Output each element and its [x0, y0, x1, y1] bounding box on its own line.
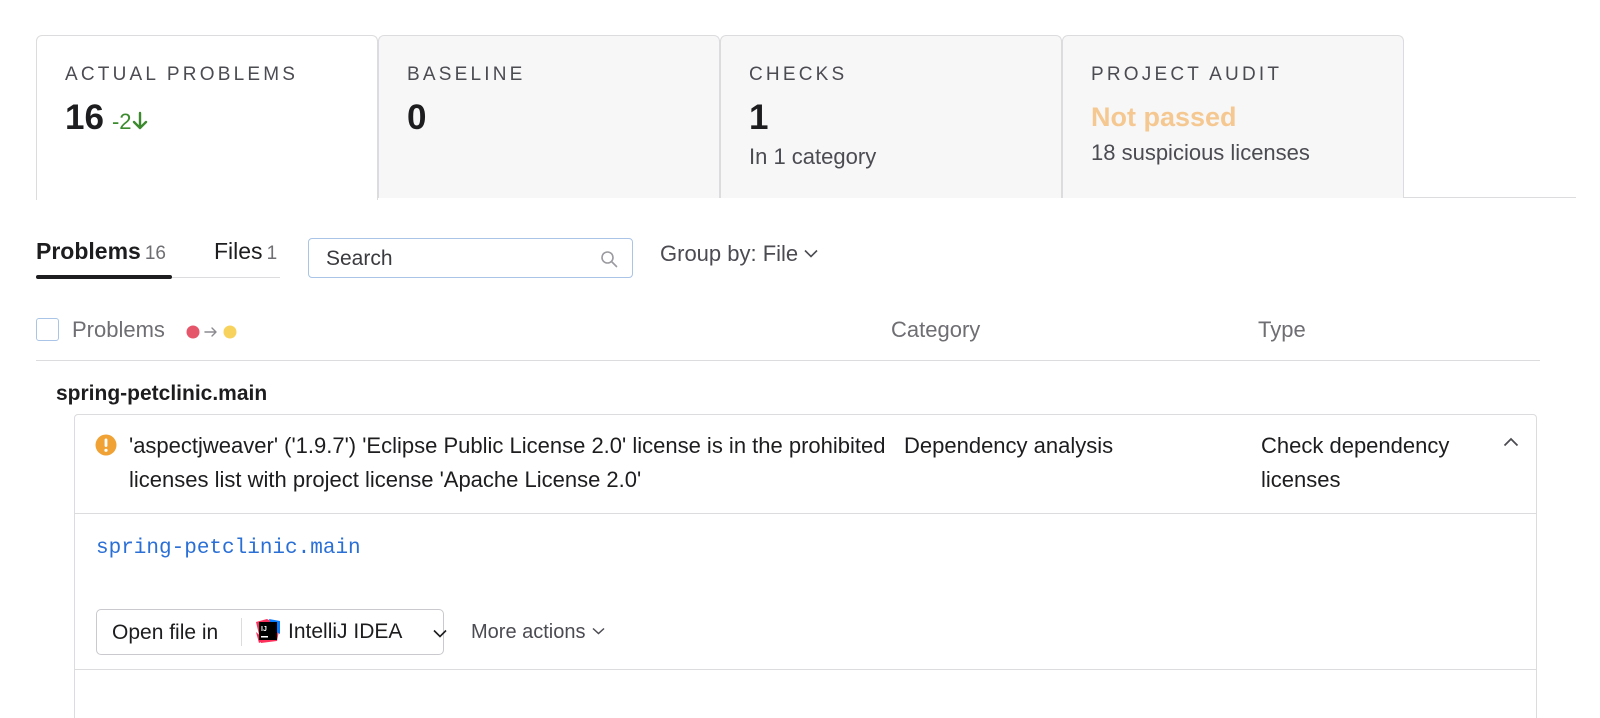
search-icon[interactable] [600, 250, 618, 268]
ide-name: IntelliJ IDEA [288, 620, 403, 643]
card-value: 1 [749, 98, 769, 137]
problem-description[interactable]: 'aspectjweaver' ('1.9.7') 'Eclipse Publi… [129, 429, 889, 497]
tab-label: Files [214, 238, 263, 264]
card-value: 16 -2 [65, 98, 377, 138]
card-label: BASELINE [407, 64, 526, 85]
row-divider [75, 669, 1536, 670]
summary-cards: ACTUAL PROBLEMS 16 -2 BASELINE 0 CHECKS 1… [36, 35, 1576, 200]
file-link[interactable]: spring-petclinic.main [96, 537, 361, 560]
column-header-problems[interactable]: Problems [72, 317, 165, 343]
row-divider [75, 513, 1536, 514]
header-divider [36, 360, 1540, 361]
card-label: CHECKS [749, 64, 848, 85]
card-checks[interactable]: CHECKS 1 In 1 category [720, 35, 1062, 198]
tab-problems[interactable]: Problems 16 [36, 238, 166, 265]
problem-panel: 'aspectjweaver' ('1.9.7') 'Eclipse Publi… [74, 414, 1537, 718]
open-file-in-control: Open file in IJ IntelliJ IDEA [96, 609, 447, 655]
delta-badge: -2 [112, 109, 148, 134]
audit-status: Not passed [1091, 102, 1237, 132]
intellij-idea-icon: IJ [256, 619, 280, 643]
tab-count: 16 [144, 243, 166, 264]
more-actions-label: More actions [471, 621, 586, 643]
tab-label: Problems [36, 238, 141, 264]
card-value: 0 [407, 98, 427, 137]
open-file-button[interactable]: Open file in [112, 621, 218, 645]
arrow-down-icon [132, 111, 147, 130]
card-actual-problems[interactable]: ACTUAL PROBLEMS 16 -2 [36, 35, 378, 200]
group-by-label: Group by: File [660, 241, 799, 266]
card-label: ACTUAL PROBLEMS [65, 64, 299, 85]
group-title: spring-petclinic.main [56, 382, 268, 405]
search-input[interactable] [326, 247, 586, 271]
svg-text:IJ: IJ [261, 626, 267, 633]
card-subtext: In 1 category [749, 144, 877, 169]
tab-files[interactable]: Files 1 [214, 238, 277, 265]
chevron-up-icon[interactable] [1503, 437, 1519, 447]
column-header-type[interactable]: Type [1258, 317, 1306, 343]
card-subtext: 18 suspicious licenses [1091, 140, 1310, 165]
ide-selector[interactable]: IJ IntelliJ IDEA [255, 610, 447, 654]
card-baseline[interactable]: BASELINE 0 [378, 35, 720, 198]
chevron-down-icon [804, 249, 818, 258]
active-tab-indicator [36, 275, 172, 279]
card-project-audit[interactable]: PROJECT AUDIT Not passed 18 suspicious l… [1062, 35, 1404, 198]
problem-type: Check dependency licenses [1261, 433, 1450, 492]
actual-problems-count: 16 [65, 98, 104, 137]
group-by-dropdown[interactable]: Group by: File [660, 241, 818, 267]
more-actions-button[interactable]: More actions [471, 621, 605, 644]
column-header-category[interactable]: Category [891, 317, 980, 343]
button-separator [241, 618, 242, 646]
delta-value: -2 [111, 109, 132, 134]
search-box[interactable] [308, 238, 633, 278]
card-label: PROJECT AUDIT [1091, 64, 1283, 85]
tab-count: 1 [266, 243, 278, 264]
select-all-checkbox[interactable] [36, 318, 59, 341]
chevron-down-icon [591, 627, 605, 635]
warning-icon [95, 434, 117, 456]
problem-category: Dependency analysis [904, 433, 1114, 458]
severity-change-icon [186, 325, 237, 339]
chevron-down-icon [433, 629, 447, 638]
